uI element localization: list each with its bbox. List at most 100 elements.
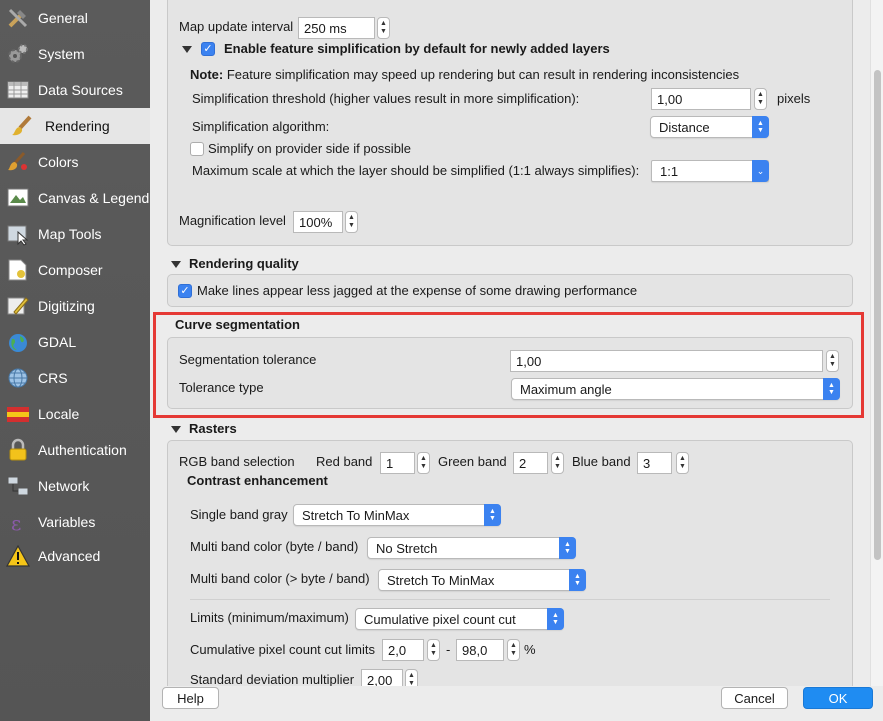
- collapse-triangle-icon[interactable]: [171, 261, 181, 268]
- magnification-stepper[interactable]: ▲ ▼: [345, 211, 358, 233]
- vertical-scrollbar[interactable]: [870, 0, 883, 686]
- algorithm-value: Distance: [659, 120, 710, 135]
- composer-icon: [5, 257, 31, 283]
- annotation-highlight-box: [153, 312, 864, 418]
- multi-band-gt-byte-value: Stretch To MinMax: [387, 573, 495, 588]
- sidebar-item-label: Rendering: [45, 118, 110, 134]
- max-scale-label: Maximum scale at which the layer should …: [192, 163, 640, 178]
- cumulative-cut-max-input[interactable]: 98,0: [456, 639, 504, 661]
- blue-band-input[interactable]: 3: [637, 452, 672, 474]
- chevron-updown-icon: ▲ ▼: [752, 116, 769, 138]
- sidebar-item-data-sources[interactable]: Data Sources: [0, 72, 150, 108]
- map-update-interval-stepper[interactable]: ▲ ▼: [377, 17, 390, 39]
- sidebar-item-label: Variables: [38, 514, 96, 530]
- sidebar-item-colors[interactable]: Colors: [0, 144, 150, 180]
- globe-icon: [5, 329, 31, 355]
- sidebar-item-label: Canvas & Legend: [38, 190, 150, 206]
- digitizing-icon: [5, 293, 31, 319]
- sidebar-item-crs[interactable]: CRS: [0, 360, 150, 396]
- cumulative-cut-max-stepper[interactable]: ▲ ▼: [507, 639, 520, 661]
- multi-band-gt-byte-label: Multi band color (> byte / band): [190, 571, 370, 586]
- collapse-triangle-icon[interactable]: [182, 46, 192, 53]
- single-band-gray-select[interactable]: Stretch To MinMax ▲ ▼: [293, 504, 501, 526]
- sidebar-item-label: GDAL: [38, 334, 77, 350]
- canvas-icon: [5, 185, 31, 211]
- sidebar-item-advanced[interactable]: Advanced: [0, 538, 150, 574]
- enable-simplification-checkbox[interactable]: ✓: [201, 42, 215, 56]
- sidebar-item-label: Locale: [38, 406, 80, 422]
- threshold-stepper[interactable]: ▲ ▼: [754, 88, 767, 110]
- stddev-multiplier-label: Standard deviation multiplier: [190, 672, 355, 687]
- red-band-stepper[interactable]: ▲ ▼: [417, 452, 430, 474]
- sidebar-item-general[interactable]: General: [0, 0, 150, 36]
- sidebar-item-network[interactable]: Network: [0, 468, 150, 504]
- sidebar-item-composer[interactable]: Composer: [0, 252, 150, 288]
- map-update-interval-input[interactable]: 250 ms: [298, 17, 375, 39]
- provider-side-label: Simplify on provider side if possible: [208, 141, 412, 156]
- sidebar-item-authentication[interactable]: Authentication: [0, 432, 150, 468]
- chevron-down-icon: ⌄: [752, 160, 769, 182]
- sidebar-item-label: Composer: [38, 262, 103, 278]
- map-update-interval-label: Map update interval: [179, 19, 294, 34]
- magnification-input[interactable]: 100%: [293, 211, 343, 233]
- palette-icon: [5, 149, 31, 175]
- scrollbar-thumb[interactable]: [874, 70, 881, 560]
- limits-value: Cumulative pixel count cut: [364, 612, 516, 627]
- multi-band-byte-select[interactable]: No Stretch ▲ ▼: [367, 537, 576, 559]
- blue-band-stepper[interactable]: ▲ ▼: [676, 452, 689, 474]
- rasters-title: Rasters: [189, 421, 237, 436]
- cancel-button[interactable]: Cancel: [721, 687, 788, 709]
- sidebar: General System Data Sources Rendering Co…: [0, 0, 150, 721]
- provider-side-checkbox[interactable]: [190, 142, 204, 156]
- sidebar-item-digitizing[interactable]: Digitizing: [0, 288, 150, 324]
- magnification-label: Magnification level: [179, 213, 286, 228]
- sidebar-item-label: Data Sources: [38, 82, 123, 98]
- help-button[interactable]: Help: [162, 687, 219, 709]
- table-icon: [5, 77, 31, 103]
- algorithm-select[interactable]: Distance ▲ ▼: [650, 116, 769, 138]
- sidebar-item-system[interactable]: System: [0, 36, 150, 72]
- ok-button[interactable]: OK: [803, 687, 873, 709]
- flag-icon: [5, 401, 31, 427]
- epsilon-icon: ε: [5, 509, 31, 535]
- single-band-gray-value: Stretch To MinMax: [302, 508, 410, 523]
- red-band-input[interactable]: 1: [380, 452, 415, 474]
- less-jagged-checkbox[interactable]: ✓: [178, 284, 192, 298]
- chevron-updown-icon: ▲ ▼: [547, 608, 564, 630]
- cumulative-cut-min-input[interactable]: 2,0: [382, 639, 424, 661]
- sidebar-item-label: System: [38, 46, 85, 62]
- sidebar-item-variables[interactable]: ε Variables: [0, 504, 150, 540]
- less-jagged-label: Make lines appear less jagged at the exp…: [197, 283, 638, 298]
- green-band-stepper[interactable]: ▲ ▼: [551, 452, 564, 474]
- multi-band-byte-label: Multi band color (byte / band): [190, 539, 359, 554]
- algorithm-label: Simplification algorithm:: [192, 119, 330, 134]
- sidebar-item-label: General: [38, 10, 88, 26]
- multi-band-gt-byte-select[interactable]: Stretch To MinMax ▲ ▼: [378, 569, 586, 591]
- sidebar-item-rendering[interactable]: Rendering: [0, 108, 150, 144]
- crs-globe-icon: [5, 365, 31, 391]
- chevron-updown-icon: ▲ ▼: [569, 569, 586, 591]
- lock-icon: [5, 437, 31, 463]
- collapse-triangle-icon[interactable]: [171, 426, 181, 433]
- cumulative-cut-min-stepper[interactable]: ▲ ▼: [427, 639, 440, 661]
- max-scale-select[interactable]: 1:1 ⌄: [651, 160, 769, 182]
- threshold-unit: pixels: [777, 91, 811, 106]
- rgb-band-selection-label: RGB band selection: [179, 454, 295, 469]
- green-band-input[interactable]: 2: [513, 452, 548, 474]
- svg-text:ε: ε: [11, 511, 21, 534]
- threshold-input[interactable]: 1,00: [651, 88, 751, 110]
- map-tools-icon: [5, 221, 31, 247]
- sidebar-item-map-tools[interactable]: Map Tools: [0, 216, 150, 252]
- sidebar-item-canvas-legend[interactable]: Canvas & Legend: [0, 180, 150, 216]
- chevron-updown-icon: ▲ ▼: [484, 504, 501, 526]
- sidebar-item-label: Colors: [38, 154, 79, 170]
- enable-simplification-label: Enable feature simplification by default…: [224, 41, 610, 56]
- warning-icon: [5, 543, 31, 569]
- sidebar-item-gdal[interactable]: GDAL: [0, 324, 150, 360]
- gears-icon: [5, 41, 31, 67]
- sidebar-item-label: CRS: [38, 370, 68, 386]
- blue-band-label: Blue band: [572, 454, 631, 469]
- limits-select[interactable]: Cumulative pixel count cut ▲ ▼: [355, 608, 564, 630]
- sidebar-item-locale[interactable]: Locale: [0, 396, 150, 432]
- paintbrush-icon: [9, 113, 35, 139]
